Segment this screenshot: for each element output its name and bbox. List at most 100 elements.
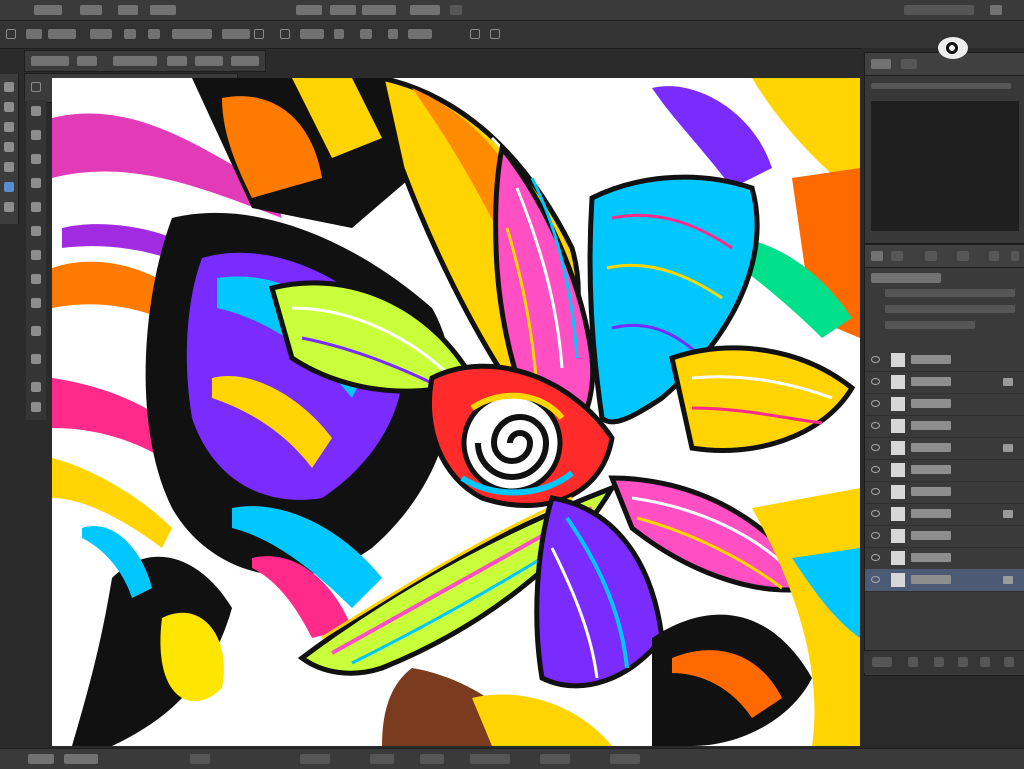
option-field[interactable] [388, 29, 398, 39]
tab[interactable] [31, 56, 69, 66]
tab[interactable] [195, 56, 223, 66]
hand-tool-icon[interactable] [31, 298, 41, 308]
tab[interactable] [77, 56, 97, 66]
visibility-eye-icon[interactable] [871, 576, 880, 583]
layer-style-button[interactable] [908, 657, 918, 667]
menu-item[interactable] [80, 5, 102, 15]
option-field[interactable] [222, 29, 250, 39]
menu-item[interactable] [118, 5, 138, 15]
layer-row[interactable] [865, 371, 1024, 394]
visibility-eye-icon[interactable] [871, 532, 880, 539]
option-field[interactable] [90, 29, 112, 39]
delete-layer-button[interactable] [1004, 657, 1014, 667]
text-tool-icon[interactable] [31, 226, 41, 236]
crop-tool-icon[interactable] [4, 142, 14, 152]
menu-item[interactable] [150, 5, 176, 15]
layer-row[interactable] [865, 503, 1024, 526]
layers-tab[interactable] [871, 251, 883, 261]
blend-mode-select[interactable] [885, 289, 1015, 297]
artwork-canvas[interactable] [52, 78, 860, 746]
layer-row[interactable] [865, 393, 1024, 416]
visibility-eye-icon[interactable] [871, 422, 880, 429]
stamp-tool-icon[interactable] [4, 202, 14, 212]
layer-row[interactable] [865, 437, 1024, 460]
option-icon[interactable] [490, 29, 500, 39]
tool-preset-icon[interactable] [6, 29, 16, 39]
option-field[interactable] [26, 29, 42, 39]
layer-row[interactable] [865, 569, 1024, 592]
window-control[interactable] [990, 5, 1002, 15]
eraser-tool-icon[interactable] [31, 106, 41, 116]
visibility-eye-icon[interactable] [871, 466, 880, 473]
foreground-color-icon[interactable] [31, 354, 41, 364]
visibility-eye-icon[interactable] [871, 510, 880, 517]
option-field[interactable] [408, 29, 432, 39]
fill-field[interactable] [885, 321, 975, 329]
workspace-switcher[interactable] [904, 5, 974, 15]
screen-mode-icon[interactable] [31, 402, 41, 412]
paths-tab[interactable] [925, 251, 937, 261]
option-field[interactable] [148, 29, 160, 39]
option-field[interactable] [300, 29, 324, 39]
visibility-eye-icon[interactable] [871, 554, 880, 561]
panel-option[interactable] [989, 251, 999, 261]
layer-row[interactable] [865, 459, 1024, 482]
layer-filter-field[interactable] [871, 273, 941, 283]
layer-effects-icon[interactable] [1003, 378, 1013, 386]
option-icon[interactable] [31, 82, 41, 92]
adjustment-button[interactable] [958, 657, 968, 667]
navigator-preview[interactable] [871, 101, 1019, 231]
opacity-field[interactable] [885, 305, 1015, 313]
quick-mask-icon[interactable] [31, 382, 41, 392]
dodge-tool-icon[interactable] [31, 178, 41, 188]
layer-row[interactable] [865, 415, 1024, 438]
menu-item[interactable] [34, 5, 62, 15]
visibility-eye-icon[interactable] [871, 444, 880, 451]
layer-effects-icon[interactable] [1003, 576, 1013, 584]
move-tool-icon[interactable] [4, 82, 14, 92]
shape-tool-icon[interactable] [31, 274, 41, 284]
tab[interactable] [113, 56, 157, 66]
menu-item[interactable] [296, 5, 322, 15]
layer-effects-icon[interactable] [1003, 510, 1013, 518]
panel-menu-icon[interactable] [1011, 251, 1019, 261]
panel-option[interactable] [957, 251, 969, 261]
option-field[interactable] [334, 29, 344, 39]
zoom-level-field[interactable] [28, 754, 54, 764]
link-layers-button[interactable] [872, 657, 892, 667]
option-icon[interactable] [254, 29, 264, 39]
option-field[interactable] [360, 29, 372, 39]
menu-item[interactable] [362, 5, 396, 15]
blur-tool-icon[interactable] [31, 154, 41, 164]
option-field[interactable] [172, 29, 212, 39]
brush-tool-icon[interactable] [4, 182, 14, 192]
option-icon[interactable] [470, 29, 480, 39]
tab[interactable] [231, 56, 259, 66]
channels-tab[interactable] [891, 251, 903, 261]
eyedropper-tool-icon[interactable] [4, 162, 14, 172]
histogram-tab[interactable] [901, 59, 917, 69]
new-layer-button[interactable] [980, 657, 990, 667]
option-field[interactable] [124, 29, 136, 39]
layer-row[interactable] [865, 525, 1024, 548]
pen-tool-icon[interactable] [31, 202, 41, 212]
tab[interactable] [167, 56, 187, 66]
layer-row[interactable] [865, 481, 1024, 504]
gradient-tool-icon[interactable] [31, 130, 41, 140]
menu-item[interactable] [330, 5, 356, 15]
zoom-slider[interactable] [871, 83, 1011, 89]
visibility-eye-icon[interactable] [871, 356, 880, 363]
lasso-tool-icon[interactable] [4, 122, 14, 132]
menu-item[interactable] [410, 5, 440, 15]
visibility-eye-icon[interactable] [871, 400, 880, 407]
path-select-tool-icon[interactable] [31, 250, 41, 260]
visibility-eye-icon[interactable] [871, 378, 880, 385]
add-mask-button[interactable] [934, 657, 944, 667]
option-icon[interactable] [280, 29, 290, 39]
navigator-tab[interactable] [871, 59, 891, 69]
menu-item[interactable] [450, 5, 462, 15]
option-field[interactable] [48, 29, 76, 39]
visibility-eye-icon[interactable] [871, 488, 880, 495]
layer-effects-icon[interactable] [1003, 444, 1013, 452]
marquee-tool-icon[interactable] [4, 102, 14, 112]
